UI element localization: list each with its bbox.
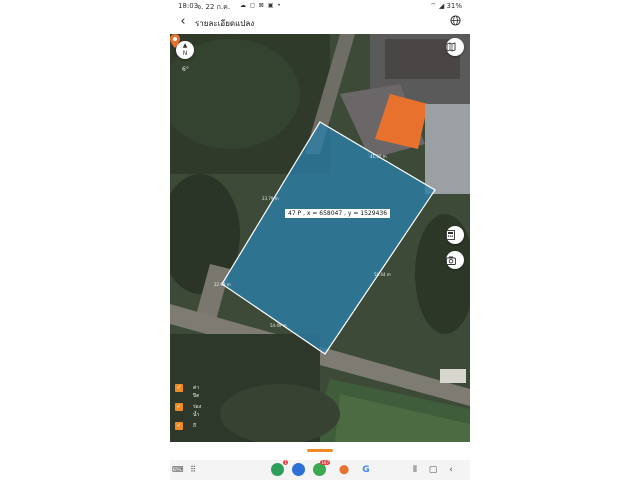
app-header: ‹ รายละเอียดแปลง	[170, 12, 470, 34]
legend-label: ร่องน้ำ	[193, 404, 202, 418]
camera-button[interactable]	[446, 251, 464, 269]
home-icon[interactable]: ▢	[428, 464, 438, 476]
globe-icon[interactable]	[448, 15, 462, 29]
map-icon	[446, 42, 456, 52]
map-pin-app-icon[interactable]: ⬤	[339, 464, 349, 476]
notification-badge: 167	[320, 460, 330, 465]
battery-level: ⌔ ◢ 31%	[430, 2, 462, 10]
back-nav-icon[interactable]: ‹	[446, 464, 456, 476]
status-time: 18:03	[178, 2, 199, 10]
sheet-drag-handle[interactable]	[307, 449, 333, 452]
legend-label: ค่าปิด	[193, 385, 200, 399]
rotation-degree: 6°	[182, 66, 189, 73]
location-pin-icon[interactable]	[170, 34, 180, 48]
google-app-icon[interactable]: G	[360, 464, 372, 476]
app-drawer-icon[interactable]: ⠿	[188, 464, 198, 476]
compass-label: N	[182, 50, 188, 57]
chat-app-icon[interactable]: 167	[313, 460, 330, 476]
edge-length-label: 54.49 m	[270, 323, 287, 328]
messenger-app-icon[interactable]	[292, 463, 305, 476]
calculator-button[interactable]	[446, 226, 464, 244]
map-imagery	[170, 34, 470, 442]
satellite-map[interactable]: ▲ N 6° 47 P , x = 658047 , y = 1529436 41…	[170, 34, 470, 442]
checkbox-checked-icon[interactable]: ✓	[175, 403, 183, 411]
edge-length-label: 22.99 m	[214, 282, 231, 287]
bottom-sheet[interactable]	[170, 442, 470, 460]
keyboard-icon[interactable]: ⌨	[172, 464, 184, 476]
phone-screen: 18:03 จ. 22 ก.ค. ☁ ◻ ⊠ ▣ • ⌔ ◢ 31% ‹ ราย…	[170, 0, 470, 480]
checkbox-checked-icon[interactable]: ✓	[175, 422, 183, 430]
battery-percent: 31%	[446, 2, 462, 10]
camera-icon	[446, 256, 456, 265]
edge-length-label: 58.44 m	[374, 272, 391, 277]
edge-length-label: 23.79 m	[262, 196, 279, 201]
page-title: รายละเอียดแปลง	[195, 19, 255, 28]
system-nav-bar: ⌨ ⠿ 1 167 ⬤ G ⦀ ▢ ‹	[170, 460, 470, 480]
recent-apps-icon[interactable]: ⦀	[410, 464, 420, 476]
parcel-coordinate-label: 47 P , x = 658047 , y = 1529436	[285, 209, 391, 218]
back-arrow-icon[interactable]: ‹	[176, 15, 190, 29]
edge-length-label: 41.31 m	[370, 154, 387, 159]
legend-label: ถี	[193, 423, 197, 429]
line-app-icon[interactable]: 1	[271, 460, 288, 476]
notification-icons: ☁ ◻ ⊠ ▣ •	[240, 2, 282, 9]
map-layers-button[interactable]	[446, 38, 464, 56]
status-bar: 18:03 จ. 22 ก.ค. ☁ ◻ ⊠ ▣ • ⌔ ◢ 31%	[170, 0, 470, 12]
calculator-icon	[446, 230, 455, 240]
checkbox-checked-icon[interactable]: ✓	[175, 384, 183, 392]
notification-badge: 1	[283, 460, 288, 465]
